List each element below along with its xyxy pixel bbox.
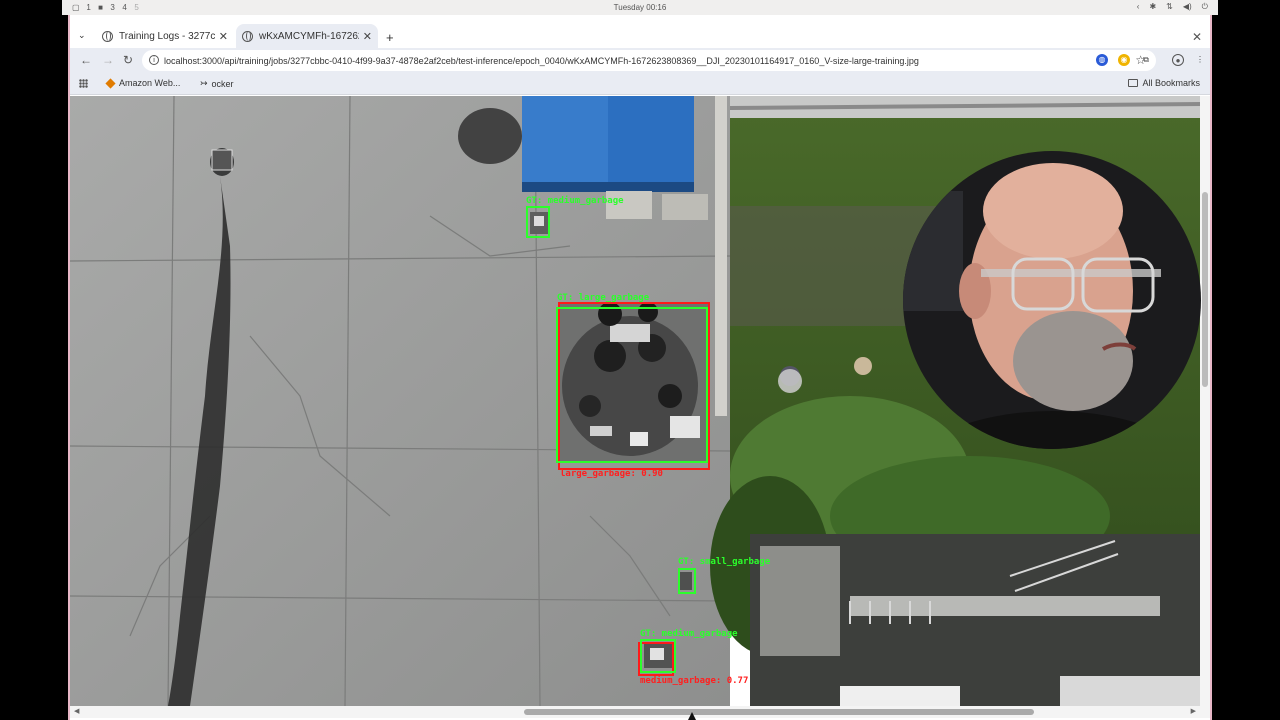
- tab-close-icon[interactable]: ✕: [363, 30, 372, 43]
- folder-icon: [1128, 79, 1139, 87]
- reload-icon[interactable]: ↻: [123, 53, 133, 67]
- volume-icon[interactable]: ◀): [1183, 2, 1192, 12]
- clock[interactable]: Tuesday 00:16: [62, 3, 1218, 12]
- window-close-icon[interactable]: ✕: [1192, 30, 1202, 44]
- gt-box-medium-garbage-2: [640, 639, 676, 673]
- bookmarks-bar: Amazon Web... ↣ ocker All Bookmarks: [70, 73, 1210, 95]
- back-arrow-icon[interactable]: ←: [80, 53, 92, 67]
- globe-icon: [102, 30, 113, 42]
- forward-arrow-icon[interactable]: →: [102, 53, 114, 67]
- pred-label-large-garbage: large_garbage: 0.90: [560, 469, 663, 479]
- gt-label-small-garbage: GT: small_garbage: [678, 557, 771, 567]
- extensions-puzzle-icon[interactable]: ⧉: [1140, 54, 1152, 66]
- gt-box-large-garbage: [556, 307, 708, 463]
- globe-icon: [242, 30, 253, 42]
- tab-training-logs[interactable]: Training Logs - 3277cb ✕: [96, 24, 234, 48]
- bookmark-aws[interactable]: Amazon Web...: [105, 77, 180, 89]
- scroll-left-arrow-icon[interactable]: ◀: [74, 707, 79, 715]
- all-bookmarks-button[interactable]: All Bookmarks: [1128, 78, 1200, 88]
- scroll-right-arrow-icon[interactable]: ▶: [1191, 707, 1196, 715]
- docker-icon: ↣: [200, 78, 208, 88]
- gt-label-medium-garbage-1: GT: medium_garbage: [526, 196, 624, 206]
- site-info-icon[interactable]: i: [149, 55, 159, 65]
- browser-toolbar: ← → ↻ i localhost:3000/api/training/jobs…: [70, 48, 1210, 73]
- presenter-avatar: [903, 151, 1201, 449]
- horizontal-scroll-thumb[interactable]: [524, 709, 1034, 715]
- apps-grid-icon[interactable]: [79, 79, 88, 88]
- pred-label-medium-garbage-2: medium_garbage: 0.77: [640, 676, 749, 686]
- vertical-scroll-thumb[interactable]: [1202, 192, 1208, 387]
- power-icon[interactable]: ⏻: [1202, 2, 1208, 12]
- extension-icon[interactable]: ◉: [1118, 54, 1130, 66]
- tab-search-chevron-icon[interactable]: ⌄: [78, 30, 86, 41]
- menu-kebab-icon[interactable]: ⋮: [1194, 54, 1206, 66]
- bluetooth-icon[interactable]: ✱: [1149, 2, 1156, 12]
- gt-label-medium-garbage-2: GT: medium_garbage: [640, 629, 738, 639]
- gt-label-large-garbage: GT: large_garbage: [557, 293, 650, 303]
- vertical-scrollbar[interactable]: [1200, 96, 1210, 706]
- network-icon[interactable]: ⇅: [1166, 2, 1173, 12]
- webcam-overlay: [903, 151, 1201, 449]
- chevron-left-icon[interactable]: ‹: [1137, 2, 1140, 12]
- profile-icon[interactable]: ●: [1172, 54, 1184, 66]
- os-top-bar: ▢ 1 ■ 3 4 5 Tuesday 00:16 ‹ ✱ ⇅ ◀) ⏻: [62, 0, 1218, 15]
- address-bar[interactable]: i localhost:3000/api/training/jobs/3277c…: [142, 50, 1156, 71]
- gt-box-small-garbage: [678, 568, 696, 594]
- password-manager-icon[interactable]: ◍: [1096, 54, 1108, 66]
- tab-close-icon[interactable]: ✕: [219, 30, 228, 43]
- gt-box-medium-garbage-1: [526, 206, 550, 238]
- screen: ▢ 1 ■ 3 4 5 Tuesday 00:16 ‹ ✱ ⇅ ◀) ⏻ ⌄ T…: [0, 0, 1280, 720]
- horizontal-scrollbar[interactable]: ◀ ▶: [70, 706, 1210, 718]
- mouse-cursor-icon: [688, 712, 696, 720]
- bookmark-docker[interactable]: ↣ ocker: [200, 78, 234, 89]
- aws-icon: [105, 77, 116, 89]
- system-tray[interactable]: ‹ ✱ ⇅ ◀) ⏻: [1137, 2, 1208, 12]
- url-text: localhost:3000/api/training/jobs/3277cbb…: [164, 55, 919, 66]
- tab-strip: ⌄ Training Logs - 3277cb ✕ wKxAMCYMFh-16…: [70, 20, 1210, 48]
- new-tab-button[interactable]: +: [386, 30, 394, 45]
- tab-image[interactable]: wKxAMCYMFh-167262 ✕: [236, 24, 378, 48]
